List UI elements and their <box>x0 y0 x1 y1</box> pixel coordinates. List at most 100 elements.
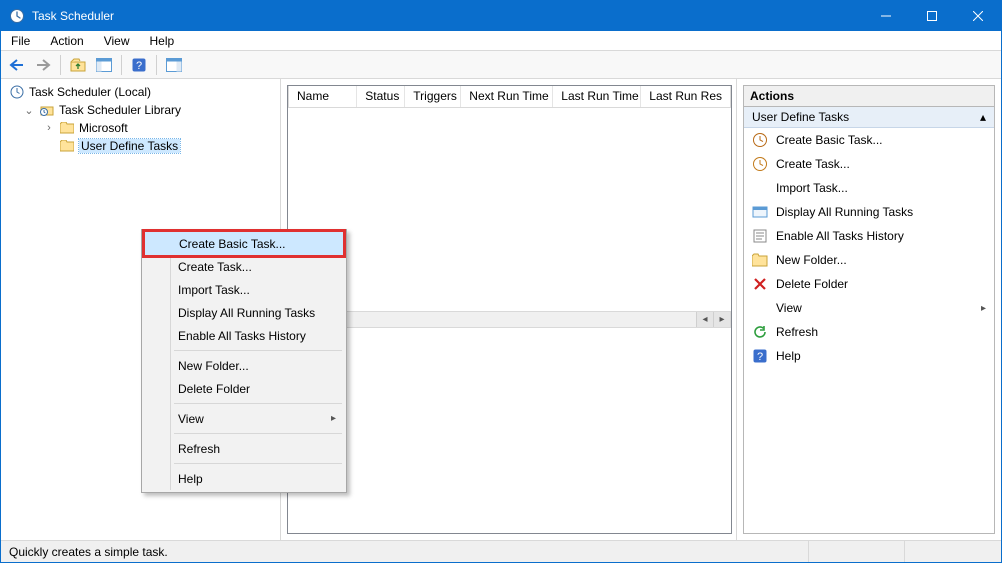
ctx-display-running[interactable]: Display All Running Tasks <box>144 301 344 324</box>
library-icon <box>39 102 55 118</box>
action-view[interactable]: View ▸ <box>744 296 994 320</box>
col-last-result[interactable]: Last Run Res <box>641 86 730 107</box>
nav-forward-button[interactable] <box>31 54 55 76</box>
ctx-separator <box>174 403 342 404</box>
menu-help[interactable]: Help <box>146 33 179 49</box>
maximize-button[interactable] <box>909 1 955 31</box>
ctx-create-basic-task[interactable]: Create Basic Task... <box>144 231 344 256</box>
col-triggers[interactable]: Triggers <box>405 86 461 107</box>
toolbar-separator <box>156 55 157 75</box>
collapse-icon: ▴ <box>980 110 986 124</box>
action-delete-folder[interactable]: Delete Folder <box>744 272 994 296</box>
submenu-arrow-icon: ▸ <box>331 413 336 424</box>
up-folder-button[interactable] <box>66 54 90 76</box>
action-label: Refresh <box>776 325 818 339</box>
statusbar: Quickly creates a simple task. <box>1 540 1001 562</box>
ctx-label: New Folder... <box>178 359 249 373</box>
actions-heading: Actions <box>743 85 995 107</box>
actions-body: User Define Tasks ▴ Create Basic Task...… <box>743 107 995 534</box>
folder-icon <box>59 138 75 154</box>
expand-icon[interactable]: ⌄ <box>23 104 35 117</box>
tree-microsoft[interactable]: › Microsoft <box>5 119 276 137</box>
tree-user-define-label: User Define Tasks <box>79 139 180 153</box>
action-refresh[interactable]: Refresh <box>744 320 994 344</box>
window: Task Scheduler File Action View Help ? <box>0 0 1002 563</box>
action-label: Display All Running Tasks <box>776 205 913 219</box>
svg-text:?: ? <box>757 351 763 363</box>
action-create-basic-task[interactable]: Create Basic Task... <box>744 128 994 152</box>
history-icon <box>752 228 768 244</box>
main-area: Task Scheduler (Local) ⌄ Task Scheduler … <box>1 79 1001 540</box>
menu-action[interactable]: Action <box>46 33 87 49</box>
ctx-separator <box>174 463 342 464</box>
window-title: Task Scheduler <box>32 9 114 23</box>
list-header: Name Status Triggers Next Run Time Last … <box>288 86 731 108</box>
scroll-left-button[interactable]: ◂ <box>696 312 713 327</box>
ctx-label: View <box>178 412 204 426</box>
ctx-label: Enable All Tasks History <box>178 329 306 343</box>
action-enable-history[interactable]: Enable All Tasks History <box>744 224 994 248</box>
toolbar-separator <box>60 55 61 75</box>
ctx-create-task[interactable]: Create Task... <box>144 255 344 278</box>
help-button[interactable]: ? <box>127 54 151 76</box>
action-label: Create Task... <box>776 157 850 171</box>
titlebar: Task Scheduler <box>1 1 1001 31</box>
ctx-new-folder[interactable]: New Folder... <box>144 354 344 377</box>
tree-pane: Task Scheduler (Local) ⌄ Task Scheduler … <box>1 79 281 540</box>
submenu-arrow-icon: ▸ <box>981 303 986 314</box>
ctx-label: Import Task... <box>178 283 250 297</box>
ctx-refresh[interactable]: Refresh <box>144 437 344 460</box>
ctx-delete-folder[interactable]: Delete Folder <box>144 377 344 400</box>
status-text: Quickly creates a simple task. <box>1 541 809 562</box>
scroll-right-button[interactable]: ▸ <box>713 312 730 327</box>
actions-section-header[interactable]: User Define Tasks ▴ <box>744 107 994 128</box>
toolbar: ? <box>1 51 1001 79</box>
ctx-label: Refresh <box>178 442 220 456</box>
show-hide-tree-button[interactable] <box>92 54 116 76</box>
col-status[interactable]: Status <box>357 86 405 107</box>
actions-pane: Actions User Define Tasks ▴ Create Basic… <box>737 79 1001 540</box>
show-hide-action-button[interactable] <box>162 54 186 76</box>
nav-back-button[interactable] <box>5 54 29 76</box>
task-list-pane: Name Status Triggers Next Run Time Last … <box>281 79 737 540</box>
tree-library-label: Task Scheduler Library <box>59 103 181 117</box>
action-help[interactable]: ? Help <box>744 344 994 368</box>
action-label: View <box>776 301 802 315</box>
horizontal-scrollbar[interactable]: ◂ ▸ <box>288 311 731 328</box>
tree-user-define[interactable]: User Define Tasks <box>5 137 276 155</box>
action-label: Import Task... <box>776 181 848 195</box>
help-icon: ? <box>752 348 768 364</box>
col-name[interactable]: Name <box>289 86 357 107</box>
action-display-running[interactable]: Display All Running Tasks <box>744 200 994 224</box>
action-import-task[interactable]: Import Task... <box>744 176 994 200</box>
menu-file[interactable]: File <box>7 33 34 49</box>
tree-microsoft-label: Microsoft <box>79 121 128 135</box>
action-label: Delete Folder <box>776 277 848 291</box>
col-last-run[interactable]: Last Run Time <box>553 86 641 107</box>
close-button[interactable] <box>955 1 1001 31</box>
actions-section-label: User Define Tasks <box>752 110 849 124</box>
titlebar-left: Task Scheduler <box>1 8 114 24</box>
blank-icon <box>752 300 768 316</box>
toolbar-separator <box>121 55 122 75</box>
menu-view[interactable]: View <box>100 33 134 49</box>
minimize-button[interactable] <box>863 1 909 31</box>
expand-icon[interactable]: › <box>43 122 55 134</box>
tree-library[interactable]: ⌄ Task Scheduler Library <box>5 101 276 119</box>
window-controls <box>863 1 1001 31</box>
col-next-run[interactable]: Next Run Time <box>461 86 553 107</box>
ctx-label: Delete Folder <box>178 382 250 396</box>
ctx-help[interactable]: Help <box>144 467 344 490</box>
action-create-task[interactable]: Create Task... <box>744 152 994 176</box>
new-folder-icon <box>752 252 768 268</box>
refresh-icon <box>752 324 768 340</box>
ctx-import-task[interactable]: Import Task... <box>144 278 344 301</box>
ctx-view[interactable]: View ▸ <box>144 407 344 430</box>
app-icon <box>9 8 25 24</box>
action-label: New Folder... <box>776 253 847 267</box>
wizard-icon <box>752 132 768 148</box>
ctx-enable-history[interactable]: Enable All Tasks History <box>144 324 344 347</box>
ctx-label: Create Basic Task... <box>179 237 286 251</box>
tree-root[interactable]: Task Scheduler (Local) <box>5 83 276 101</box>
action-new-folder[interactable]: New Folder... <box>744 248 994 272</box>
